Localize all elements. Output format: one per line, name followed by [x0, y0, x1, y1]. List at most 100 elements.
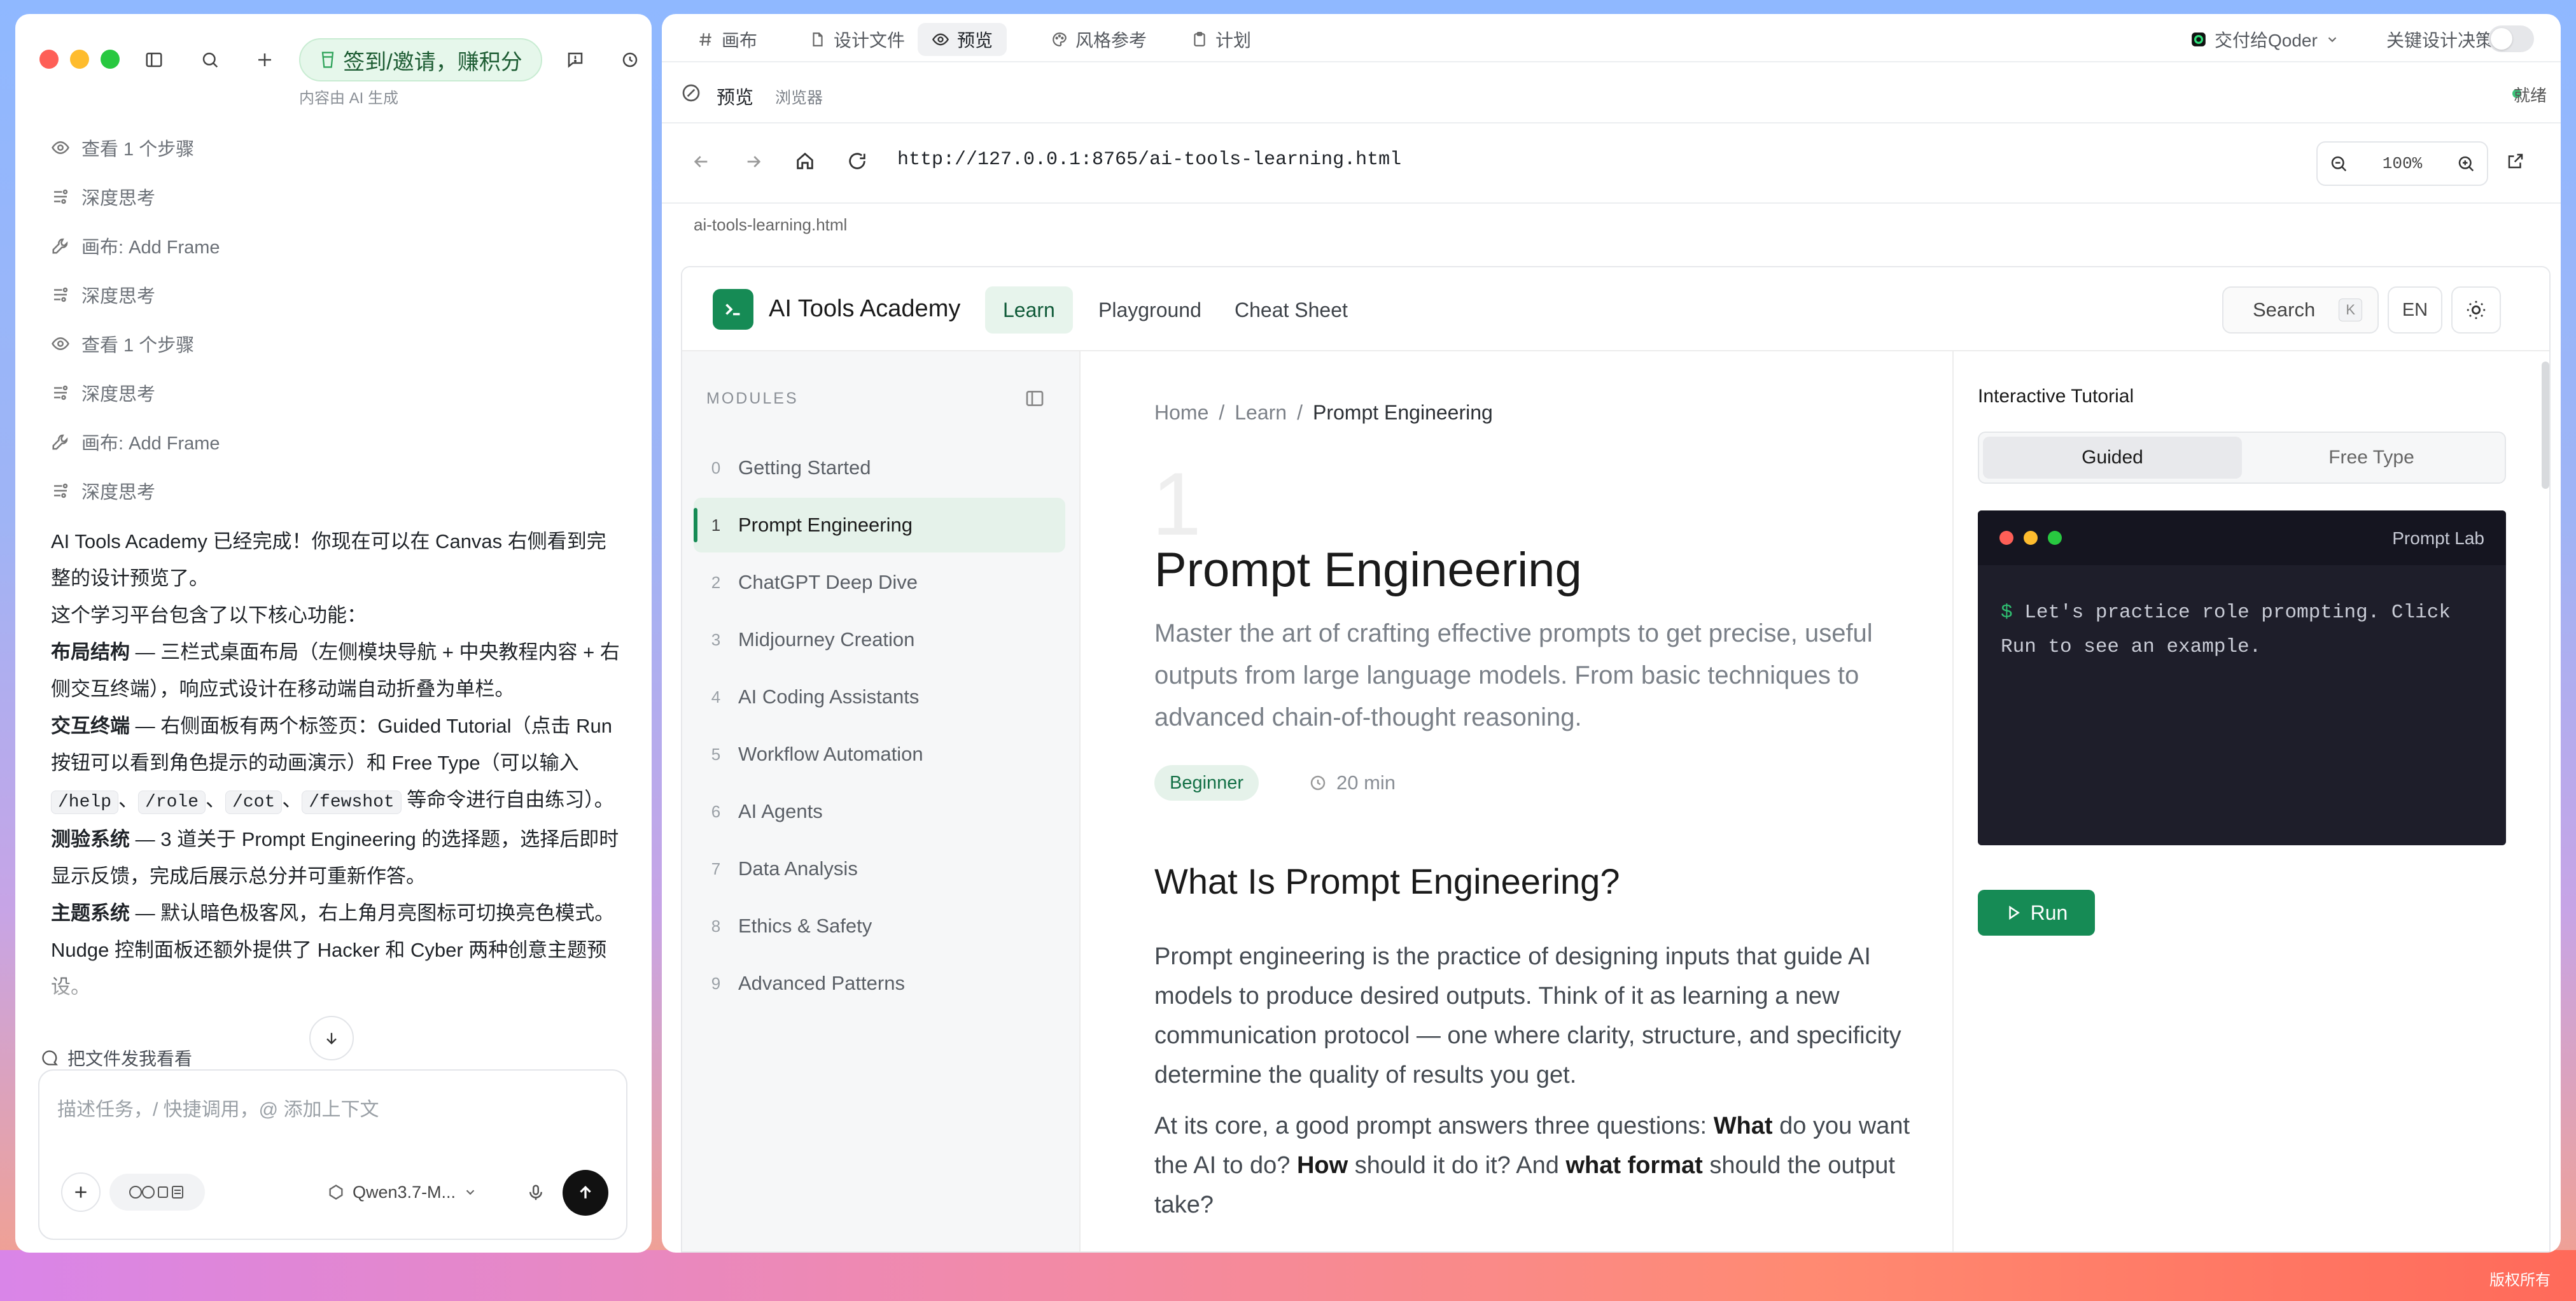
composer-add-button[interactable] — [61, 1172, 101, 1212]
modules-label: MODULES — [706, 390, 799, 407]
site-brand[interactable]: AI Tools Academy — [769, 295, 960, 323]
watermark-text: 版权所有 — [2489, 1272, 2551, 1289]
preview-title: 预览 — [717, 88, 754, 108]
checkin-invite-button[interactable]: 签到/邀请，赚积分 — [299, 38, 542, 81]
module-item[interactable]: 5 Workflow Automation — [694, 727, 1065, 782]
tab-canvas[interactable]: 画布 — [683, 23, 771, 56]
chat-bubble-icon — [42, 1050, 58, 1065]
terminal-output: $ Let's practice role prompting. Click R… — [2001, 601, 2451, 658]
step-item[interactable]: 画布: Add Frame — [51, 227, 220, 265]
crumb-learn[interactable]: Learn — [1235, 401, 1287, 425]
module-number: 5 — [711, 744, 721, 764]
feedback-icon[interactable] — [557, 42, 593, 78]
run-button[interactable]: Run — [1978, 890, 2095, 936]
context-chips[interactable] — [109, 1174, 205, 1211]
key-decisions-toggle[interactable] — [2488, 25, 2534, 52]
module-item[interactable]: 8 Ethics & Safety — [694, 899, 1065, 953]
url-field[interactable]: http://127.0.0.1:8765/ai-tools-learning.… — [897, 149, 1401, 171]
nav-playground[interactable]: Playground — [1081, 286, 1219, 334]
scroll-down-button[interactable] — [309, 1016, 354, 1060]
close-window-button[interactable] — [39, 50, 59, 69]
minimize-window-button[interactable] — [70, 50, 89, 69]
module-item[interactable]: 6 AI Agents — [694, 784, 1065, 839]
chat-window: 签到/邀请，赚积分 内容由 AI 生成 查看 1 个步骤 深度思考 画布: Add … — [15, 14, 652, 1253]
tab-design-files[interactable]: 设计文件 — [795, 23, 919, 56]
module-item[interactable]: 3 Midjourney Creation — [694, 612, 1065, 667]
search-shortcut: K — [2339, 299, 2362, 321]
handoff-dropdown[interactable]: 交付给Qoder — [2176, 23, 2353, 56]
code-role: /role — [138, 791, 206, 814]
prompt-lab-terminal: Prompt Lab $ Let's practice role prompti… — [1978, 510, 2506, 845]
model-selector[interactable]: Qwen3.7-M... — [327, 1174, 477, 1211]
terminal-dot-yellow — [2024, 531, 2038, 545]
maximize-window-button[interactable] — [101, 50, 120, 69]
key-decisions-label: 关键设计决策 — [2386, 31, 2494, 50]
search-icon[interactable] — [192, 42, 228, 78]
reload-icon[interactable] — [846, 150, 868, 172]
home-icon[interactable] — [794, 150, 816, 172]
module-item[interactable]: 2 ChatGPT Deep Dive — [694, 555, 1065, 610]
back-arrow-icon[interactable] — [691, 151, 711, 172]
module-item[interactable]: 0 Getting Started — [694, 440, 1065, 495]
module-item[interactable]: 7 Data Analysis — [694, 841, 1065, 896]
module-item[interactable]: 4 AI Coding Assistants — [694, 670, 1065, 724]
tab-guided[interactable]: Guided — [1983, 437, 2242, 479]
nav-cheat-sheet[interactable]: Cheat Sheet — [1217, 286, 1366, 334]
step-item[interactable]: 深度思考 — [51, 276, 155, 314]
tab-free-type[interactable]: Free Type — [2242, 437, 2501, 479]
model-name: Qwen3.7-M... — [353, 1182, 456, 1202]
terminal-dot-red — [1999, 531, 2013, 545]
model-icon — [329, 1185, 343, 1200]
sidebar-toggle-icon[interactable] — [136, 42, 172, 78]
tab-plan[interactable]: 计划 — [1177, 23, 1265, 56]
crumb-home[interactable]: Home — [1154, 401, 1208, 425]
attach-file-hint[interactable]: 把文件发我看看 — [41, 1045, 192, 1071]
module-number: 3 — [711, 629, 721, 649]
microphone-icon[interactable] — [518, 1175, 554, 1211]
collapse-sidebar-icon[interactable] — [1025, 388, 1045, 409]
site-search[interactable]: Search K — [2222, 286, 2379, 334]
section-heading: What Is Prompt Engineering? — [1154, 861, 1620, 901]
module-number: 1 — [711, 515, 721, 535]
panel-scrollbar[interactable] — [2542, 362, 2549, 489]
step-item[interactable]: 深度思考 — [51, 178, 155, 216]
plus-icon — [75, 1186, 87, 1198]
search-label: Search — [2253, 299, 2316, 321]
new-chat-plus-icon[interactable] — [247, 42, 283, 78]
step-label: 画布: Add Frame — [81, 237, 220, 258]
canvas-tabbar: 画布 设计文件 预览 风格参考 计划 交付给Qoder 关键设计决策 — [662, 14, 2561, 62]
theme-toggle-button[interactable] — [2451, 286, 2501, 334]
promo-label: 签到/邀请，赚积分 — [343, 50, 522, 74]
step-item[interactable]: 深度思考 — [51, 374, 155, 412]
step-item[interactable]: 查看 1 个步骤 — [51, 325, 194, 363]
open-external-icon[interactable] — [2506, 151, 2525, 171]
send-button[interactable] — [563, 1170, 608, 1216]
forward-arrow-icon[interactable] — [743, 151, 764, 172]
step-item[interactable]: 画布: Add Frame — [51, 423, 220, 461]
tab-style-reference[interactable]: 风格参考 — [1037, 23, 1161, 56]
eye-icon — [51, 138, 70, 157]
step-item[interactable]: 深度思考 — [51, 472, 155, 510]
zoom-in-icon[interactable] — [2456, 154, 2475, 173]
module-label: Data Analysis — [738, 857, 858, 880]
brain-icon — [51, 481, 70, 500]
crumb-current: Prompt Engineering — [1312, 401, 1493, 424]
eye-icon — [932, 33, 949, 46]
tab-preview[interactable]: 预览 — [918, 23, 1007, 56]
module-item[interactable]: 1 Prompt Engineering — [694, 498, 1065, 552]
code-cot: /cot — [225, 791, 283, 814]
step-item[interactable]: 查看 1 个步骤 — [51, 129, 194, 167]
zoom-out-icon[interactable] — [2329, 154, 2348, 173]
history-clock-icon[interactable] — [612, 42, 648, 78]
nav-learn[interactable]: Learn — [985, 286, 1073, 334]
arrow-up-icon — [580, 1185, 591, 1199]
language-button[interactable]: EN — [2388, 286, 2442, 334]
step-label: 查看 1 个步骤 — [81, 335, 195, 356]
module-label: Advanced Patterns — [738, 972, 905, 994]
mode-switch: Guided Free Type — [1978, 432, 2506, 484]
module-item[interactable]: 9 Advanced Patterns — [694, 956, 1065, 1011]
file-tab[interactable]: ai-tools-learning.html — [694, 215, 847, 235]
module-label: Prompt Engineering — [738, 514, 913, 536]
message-composer[interactable]: 描述任务，/ 快捷调用，@ 添加上下文 Qwen3.7-M... — [38, 1069, 627, 1240]
site-logo-terminal-icon[interactable] — [713, 289, 753, 330]
